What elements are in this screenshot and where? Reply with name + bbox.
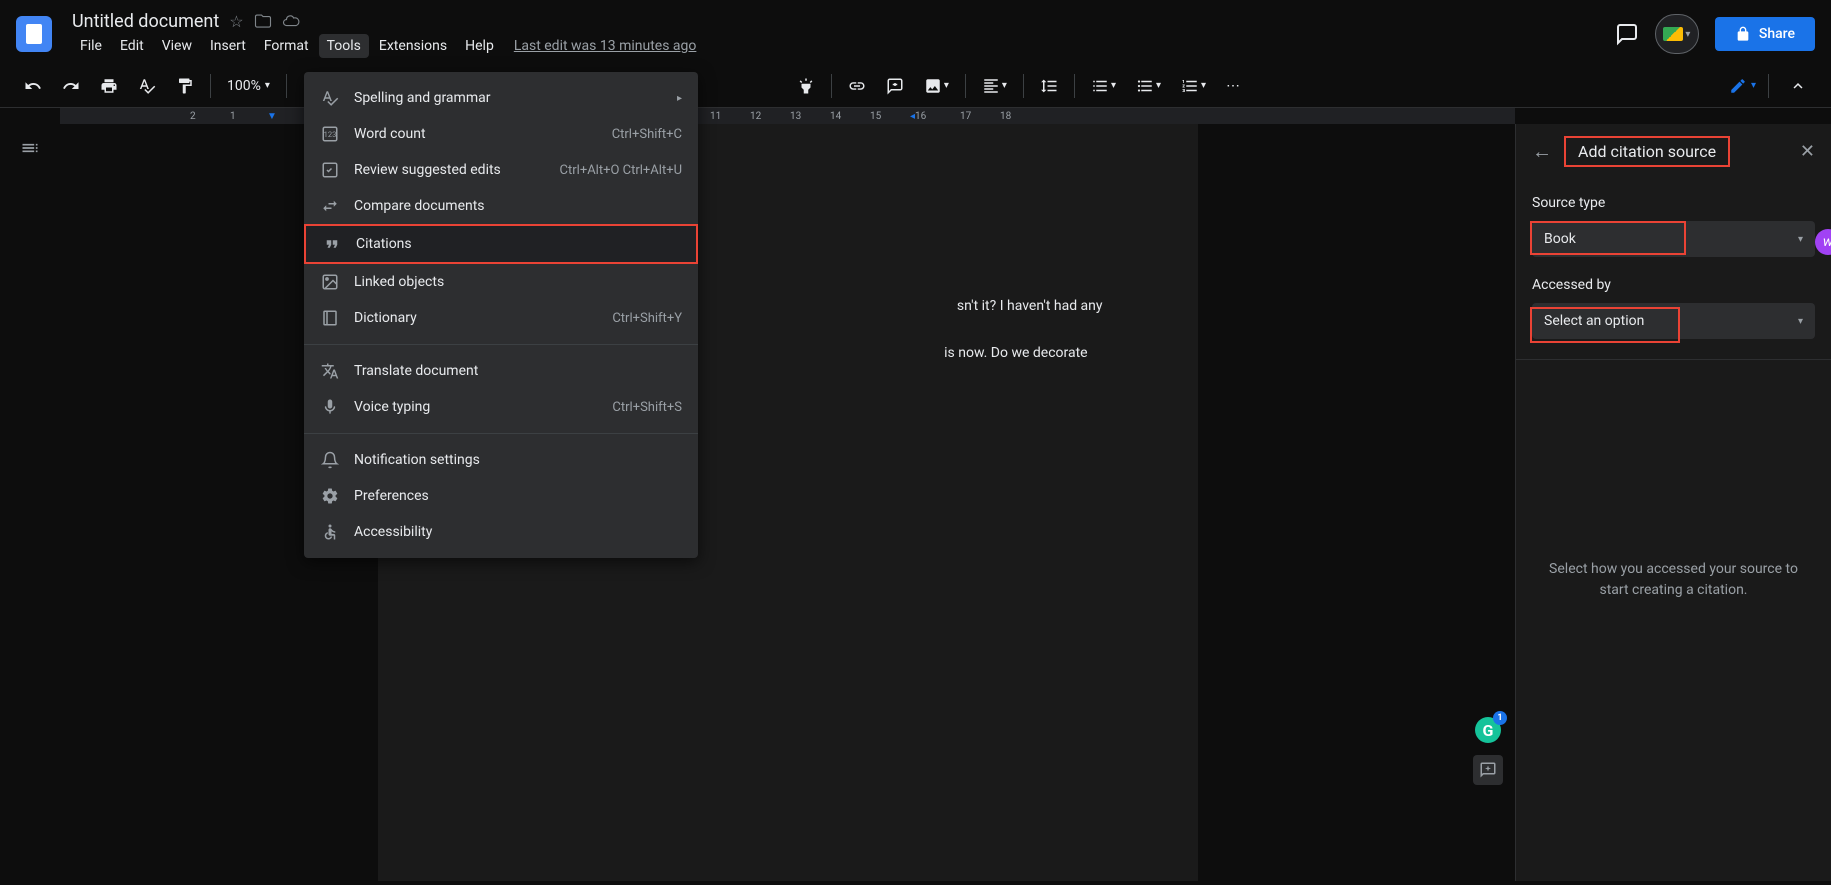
highlight-button[interactable] — [789, 71, 823, 101]
menu-compare-docs[interactable]: Compare documents — [304, 188, 698, 224]
menu-help[interactable]: Help — [457, 34, 502, 58]
menu-spelling-grammar[interactable]: Spelling and grammar ▸ — [304, 80, 698, 116]
menu-edit[interactable]: Edit — [112, 34, 152, 58]
share-label: Share — [1759, 26, 1795, 42]
menu-file[interactable]: File — [72, 34, 110, 58]
citation-panel: ← Add citation source ✕ Source type Book… — [1515, 124, 1831, 881]
menu-review-edits[interactable]: Review suggested edits Ctrl+Alt+O Ctrl+A… — [304, 152, 698, 188]
gear-icon — [320, 486, 340, 506]
editing-mode-button[interactable]: ▾ — [1729, 77, 1756, 95]
menu-linked-objects[interactable]: Linked objects — [304, 264, 698, 300]
menu-voice-typing[interactable]: Voice typing Ctrl+Shift+S — [304, 389, 698, 425]
meet-button[interactable]: ▾ — [1655, 14, 1699, 54]
link-button[interactable] — [840, 71, 874, 101]
redo-button[interactable] — [54, 71, 88, 101]
title-area: Untitled document ☆ File Edit View Inser… — [72, 11, 1615, 58]
menu-insert[interactable]: Insert — [202, 34, 254, 58]
cloud-icon[interactable] — [282, 12, 300, 30]
menu-view[interactable]: View — [154, 34, 200, 58]
left-sidebar — [0, 124, 60, 881]
panel-title: Add citation source — [1578, 142, 1716, 161]
menu-bar: File Edit View Insert Format Tools Exten… — [72, 34, 1615, 58]
share-button[interactable]: Share — [1715, 17, 1815, 51]
checklist-button[interactable]: ▾ — [1083, 71, 1124, 101]
compare-icon — [320, 196, 340, 216]
zoom-select[interactable]: 100% ▾ — [219, 74, 278, 98]
toolbar: 100% ▾ Normal ▾ ▾ ▾ ▾ ▾ ⋯ ▾ — [0, 64, 1831, 108]
accessed-by-label: Accessed by — [1532, 277, 1815, 293]
grammarly-widget[interactable]: G 1 — [1475, 717, 1501, 743]
accessed-by-select[interactable]: Select an option ▾ — [1532, 303, 1815, 339]
chevron-down-icon: ▾ — [1798, 234, 1803, 245]
align-button[interactable]: ▾ — [974, 71, 1015, 101]
close-icon[interactable]: ✕ — [1800, 141, 1815, 162]
svg-text:123: 123 — [324, 130, 337, 139]
comment-button[interactable] — [878, 71, 912, 101]
menu-dictionary[interactable]: Dictionary Ctrl+Shift+Y — [304, 300, 698, 336]
accessibility-icon — [320, 522, 340, 542]
undo-button[interactable] — [16, 71, 50, 101]
helper-text: Select how you accessed your source to s… — [1536, 559, 1811, 601]
line-spacing-button[interactable] — [1032, 71, 1066, 101]
bell-icon — [320, 450, 340, 470]
review-icon — [320, 160, 340, 180]
wordcount-icon: 123 — [320, 124, 340, 144]
explore-button[interactable] — [1473, 755, 1503, 785]
chevron-down-icon: ▾ — [1798, 316, 1803, 327]
menu-translate[interactable]: Translate document — [304, 353, 698, 389]
spellcheck-button[interactable] — [130, 71, 164, 101]
menu-citations[interactable]: Citations — [304, 224, 698, 264]
linked-icon — [320, 272, 340, 292]
outline-toggle-button[interactable] — [16, 134, 44, 162]
tools-dropdown-menu: Spelling and grammar ▸ 123 Word count Ct… — [304, 72, 698, 558]
numbered-list-button[interactable]: ▾ — [1173, 71, 1214, 101]
menu-notification-settings[interactable]: Notification settings — [304, 442, 698, 478]
more-button[interactable]: ⋯ — [1218, 72, 1248, 100]
mic-icon — [320, 397, 340, 417]
menu-word-count[interactable]: 123 Word count Ctrl+Shift+C — [304, 116, 698, 152]
lock-icon — [1735, 26, 1751, 42]
image-button[interactable]: ▾ — [916, 71, 957, 101]
meet-icon — [1663, 27, 1683, 41]
menu-tools[interactable]: Tools — [319, 34, 369, 58]
menu-format[interactable]: Format — [256, 34, 317, 58]
dictionary-icon — [320, 308, 340, 328]
document-canvas[interactable]: I waXXXXXXXXXXXXXXXXXXXXXXXXXXXXXXXXXXXX… — [60, 124, 1515, 881]
star-icon[interactable]: ☆ — [229, 12, 243, 31]
bulleted-list-button[interactable]: ▾ — [1128, 71, 1169, 101]
source-type-label: Source type — [1532, 195, 1815, 211]
last-edit-link[interactable]: Last edit was 13 minutes ago — [514, 38, 697, 54]
menu-extensions[interactable]: Extensions — [371, 34, 455, 58]
grammarly-count: 1 — [1493, 711, 1507, 725]
source-type-select[interactable]: Book ▾ — [1532, 221, 1815, 257]
collapse-button[interactable] — [1781, 71, 1815, 101]
translate-icon — [320, 361, 340, 381]
ruler[interactable]: 2 1 ▼ 11 12 13 14 15 ◂16 17 18 — [60, 108, 1515, 124]
docs-logo[interactable] — [16, 16, 52, 52]
comments-icon[interactable] — [1615, 22, 1639, 46]
app-header: Untitled document ☆ File Edit View Inser… — [0, 0, 1831, 64]
menu-accessibility[interactable]: Accessibility — [304, 514, 698, 550]
document-title[interactable]: Untitled document — [72, 11, 219, 32]
menu-preferences[interactable]: Preferences — [304, 478, 698, 514]
spellcheck-icon — [320, 88, 340, 108]
print-buttonimprimir[interactable] — [92, 71, 126, 101]
paint-format-button[interactable] — [168, 71, 202, 101]
citations-icon — [322, 234, 342, 254]
extension-badge[interactable]: w — [1815, 229, 1831, 255]
back-arrow-icon[interactable]: ← — [1532, 139, 1552, 164]
move-icon[interactable] — [254, 12, 272, 30]
chevron-right-icon: ▸ — [677, 93, 682, 104]
